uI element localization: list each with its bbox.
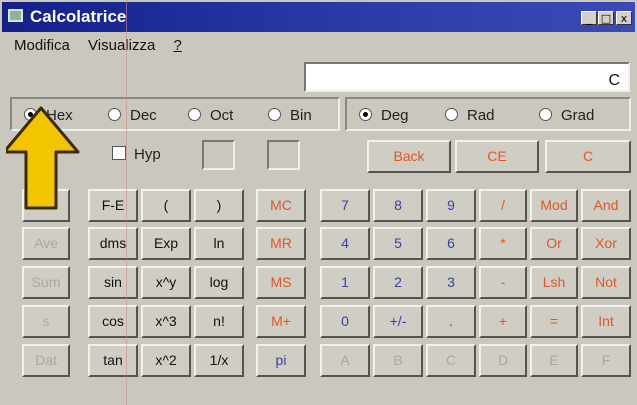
digit-6-button[interactable]: 6: [426, 227, 476, 260]
plus-button[interactable]: +: [479, 305, 527, 338]
or-button[interactable]: Or: [530, 227, 578, 260]
calculator-window: Calcolatrice _ □ x Modifica Visualizza ?…: [0, 0, 637, 405]
menu-visualizza[interactable]: Visualizza: [88, 37, 155, 54]
radio-bin[interactable]: Bin: [268, 107, 312, 124]
hex-f-button[interactable]: F: [581, 344, 631, 377]
s-button[interactable]: s: [22, 305, 70, 338]
decimal-button[interactable]: .: [426, 305, 476, 338]
radio-dot-icon: [268, 108, 281, 121]
cos-button[interactable]: cos: [88, 305, 138, 338]
menu-help[interactable]: ?: [173, 37, 181, 54]
hyp-label: Hyp: [134, 146, 161, 163]
digit-4-button[interactable]: 4: [320, 227, 370, 260]
digit-3-button[interactable]: 3: [426, 266, 476, 299]
digit-9-button[interactable]: 9: [426, 189, 476, 222]
digit-2-button[interactable]: 2: [373, 266, 423, 299]
radio-dot-icon: [188, 108, 201, 121]
equals-button[interactable]: =: [530, 305, 578, 338]
lsh-button[interactable]: Lsh: [530, 266, 578, 299]
calculator-app-icon: [8, 9, 23, 22]
digit-1-button[interactable]: 1: [320, 266, 370, 299]
hex-e-button[interactable]: E: [530, 344, 578, 377]
memory-indicator: [202, 140, 235, 170]
radio-oct-label: Oct: [210, 107, 234, 124]
menu-bar: Modifica Visualizza ?: [14, 37, 196, 54]
radio-deg[interactable]: Deg: [359, 107, 409, 124]
x-pow-y-button[interactable]: x^y: [141, 266, 191, 299]
radio-dot-icon: [108, 108, 121, 121]
xor-button[interactable]: Xor: [581, 227, 631, 260]
m-plus-button[interactable]: M+: [256, 305, 306, 338]
hex-a-button[interactable]: A: [320, 344, 370, 377]
menu-modifica[interactable]: Modifica: [14, 37, 70, 54]
close-paren-button[interactable]: ): [194, 189, 244, 222]
angle-unit-group: Deg Rad Grad: [345, 97, 631, 131]
int-button[interactable]: Int: [581, 305, 631, 338]
radio-dot-icon: [539, 108, 552, 121]
ave-button[interactable]: Ave: [22, 227, 70, 260]
digit-7-button[interactable]: 7: [320, 189, 370, 222]
parenthesis-indicator: [267, 140, 300, 170]
radio-dot-icon: [445, 108, 458, 121]
yellow-arrow-icon: [6, 106, 80, 210]
reciprocal-button[interactable]: 1/x: [194, 344, 244, 377]
close-button[interactable]: x: [616, 11, 632, 25]
radio-bin-label: Bin: [290, 107, 312, 124]
mr-button[interactable]: MR: [256, 227, 306, 260]
radio-dot-icon: [359, 108, 372, 121]
radio-deg-label: Deg: [381, 107, 409, 124]
minimize-button[interactable]: _: [581, 11, 597, 25]
radio-rad[interactable]: Rad: [445, 107, 495, 124]
mod-button[interactable]: Mod: [530, 189, 578, 222]
open-paren-button[interactable]: (: [141, 189, 191, 222]
fe-button[interactable]: F-E: [88, 189, 138, 222]
log-button[interactable]: log: [194, 266, 244, 299]
multiply-button[interactable]: *: [479, 227, 527, 260]
hyp-checkbox[interactable]: Hyp: [112, 146, 161, 163]
radio-dec-label: Dec: [130, 107, 157, 124]
hex-d-button[interactable]: D: [479, 344, 527, 377]
dat-button[interactable]: Dat: [22, 344, 70, 377]
digit-5-button[interactable]: 5: [373, 227, 423, 260]
not-button[interactable]: Not: [581, 266, 631, 299]
ln-button[interactable]: ln: [194, 227, 244, 260]
result-display: C: [304, 62, 630, 92]
pi-button[interactable]: pi: [256, 344, 306, 377]
hex-b-button[interactable]: B: [373, 344, 423, 377]
digit-0-button[interactable]: 0: [320, 305, 370, 338]
x-cubed-button[interactable]: x^3: [141, 305, 191, 338]
and-button[interactable]: And: [581, 189, 631, 222]
title-bar[interactable]: Calcolatrice _ □ x: [2, 2, 635, 32]
ms-button[interactable]: MS: [256, 266, 306, 299]
divide-button[interactable]: /: [479, 189, 527, 222]
mc-button[interactable]: MC: [256, 189, 306, 222]
c-button[interactable]: C: [545, 140, 631, 173]
ce-button[interactable]: CE: [455, 140, 539, 173]
red-guide-line: [126, 0, 127, 405]
radio-dec[interactable]: Dec: [108, 107, 157, 124]
maximize-button[interactable]: □: [598, 11, 614, 25]
exp-button[interactable]: Exp: [141, 227, 191, 260]
dms-button[interactable]: dms: [88, 227, 138, 260]
back-button[interactable]: Back: [367, 140, 451, 173]
digit-8-button[interactable]: 8: [373, 189, 423, 222]
hex-c-button[interactable]: C: [426, 344, 476, 377]
sum-button[interactable]: Sum: [22, 266, 70, 299]
radio-rad-label: Rad: [467, 107, 495, 124]
plus-minus-button[interactable]: +/-: [373, 305, 423, 338]
radio-oct[interactable]: Oct: [188, 107, 233, 124]
radio-grad[interactable]: Grad: [539, 107, 594, 124]
checkbox-icon: [112, 146, 126, 160]
radio-grad-label: Grad: [561, 107, 595, 124]
window-title: Calcolatrice: [30, 7, 127, 26]
minus-button[interactable]: -: [479, 266, 527, 299]
x-squared-button[interactable]: x^2: [141, 344, 191, 377]
factorial-button[interactable]: n!: [194, 305, 244, 338]
tan-button[interactable]: tan: [88, 344, 138, 377]
sin-button[interactable]: sin: [88, 266, 138, 299]
